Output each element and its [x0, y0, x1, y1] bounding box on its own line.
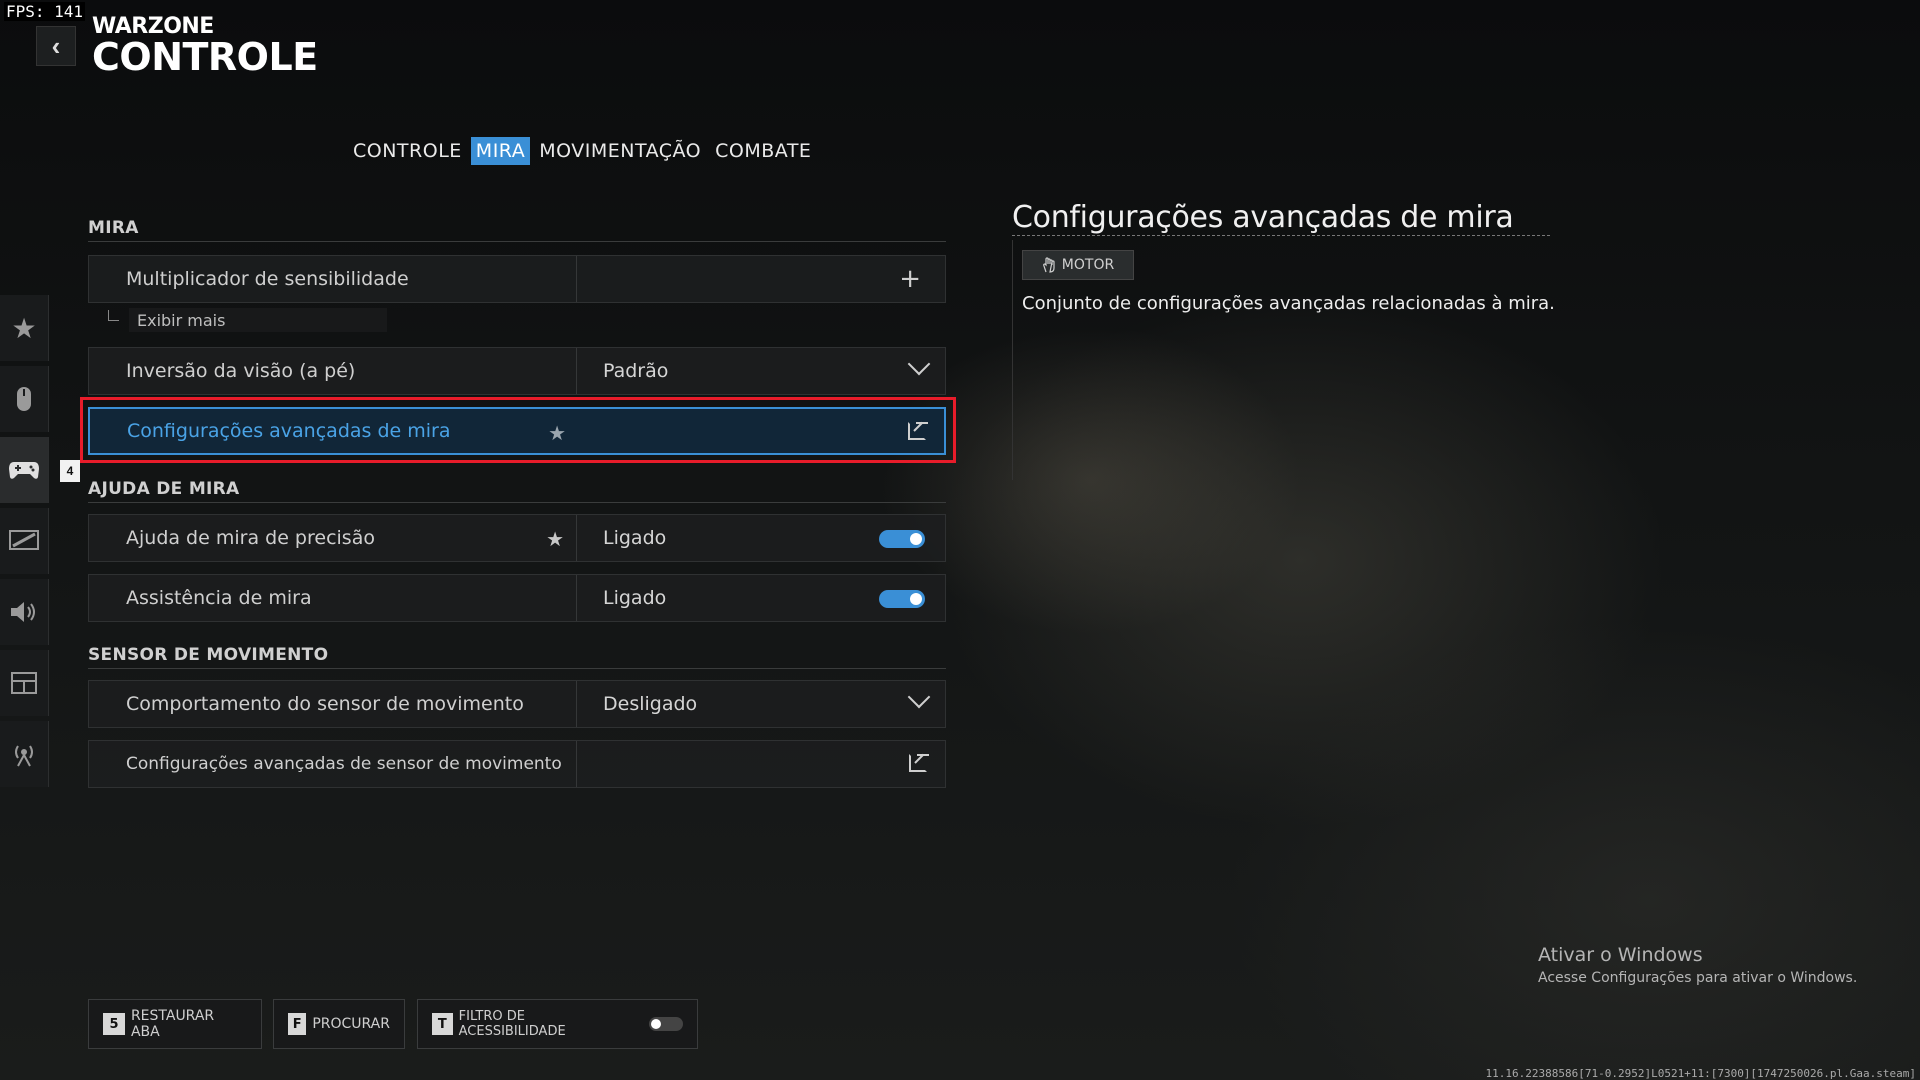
setting-label: Multiplicador de sensibilidade [89, 256, 577, 302]
sidebar-item-controller[interactable] [0, 437, 49, 503]
external-link-icon[interactable] [909, 754, 929, 772]
favorite-star-icon[interactable]: ★ [546, 527, 564, 551]
accessibility-filter-button[interactable]: T FILTRO DE ACESSIBILIDADE [417, 999, 698, 1049]
gamepad-icon [9, 462, 39, 479]
setting-row-precision-aim-assist[interactable]: Ajuda de mira de precisão ★ Ligado [88, 514, 946, 562]
setting-label: Ajuda de mira de precisão ★ [89, 515, 577, 561]
toggle-state-label: Ligado [603, 527, 667, 549]
toggle-switch[interactable] [879, 590, 925, 608]
interface-icon [11, 672, 37, 694]
show-more-label: Exibir mais [129, 308, 387, 332]
tab-combate[interactable]: COMBATE [710, 137, 816, 165]
sidebar-item-network[interactable] [0, 721, 49, 787]
tab-controle[interactable]: CONTROLE [348, 137, 467, 165]
sidebar-item-mouse[interactable] [0, 366, 49, 432]
setting-label-text: Ajuda de mira de precisão [126, 527, 375, 549]
plus-icon[interactable]: + [899, 266, 921, 292]
key-hint: F [288, 1013, 307, 1035]
tree-corner-icon [108, 309, 119, 321]
setting-row-motion-sensor-behavior[interactable]: Comportamento do sensor de movimento Des… [88, 680, 946, 728]
sidebar: ★ [0, 295, 49, 792]
section-title-mira: MIRA [88, 218, 139, 238]
tab-bar: CONTROLE MIRA MOVIMENTAÇÃO COMBATE [348, 137, 820, 165]
detail-divider [1012, 235, 1550, 236]
setting-row-view-inversion[interactable]: Inversão da visão (a pé) Padrão [88, 347, 946, 395]
sidebar-item-audio[interactable] [0, 579, 49, 645]
fps-counter: FPS: 141 [4, 2, 86, 21]
detail-description: Conjunto de configurações avançadas rela… [1022, 293, 1555, 314]
windows-activation-watermark: Ativar o Windows Acesse Configurações pa… [1538, 944, 1857, 986]
tab-movimentacao[interactable]: MOVIMENTAÇÃO [534, 137, 706, 165]
search-button[interactable]: F PROCURAR [273, 999, 405, 1049]
sidebar-badge: 4 [60, 460, 80, 482]
button-label: FILTRO DE ACESSIBILIDADE [458, 1009, 566, 1039]
setting-label: Configurações avançadas de sensor de mov… [89, 741, 577, 787]
sidebar-item-graphics[interactable] [0, 508, 49, 574]
star-icon: ★ [11, 312, 37, 344]
setting-value: Ligado [577, 575, 945, 621]
chevron-left-icon: ‹ [51, 30, 61, 61]
engine-tag: MOTOR [1022, 250, 1134, 280]
hand-icon [1042, 257, 1055, 273]
speaker-icon [11, 602, 35, 622]
toggle-switch[interactable] [879, 530, 925, 548]
setting-row-aim-assist[interactable]: Assistência de mira Ligado [88, 574, 946, 622]
setting-value: Ligado [577, 515, 945, 561]
dropdown-selected: Padrão [603, 360, 669, 382]
highlight-box [80, 397, 956, 463]
setting-label: Assistência de mira [89, 575, 577, 621]
dropdown-selected: Desligado [603, 693, 698, 715]
setting-row-sensitivity-multiplier[interactable]: Multiplicador de sensibilidade + [88, 255, 946, 303]
engine-tag-label: MOTOR [1061, 257, 1115, 273]
section-divider [88, 502, 946, 503]
page-title: CONTROLE [92, 35, 318, 79]
dropdown-value[interactable]: Padrão [577, 348, 945, 394]
watermark-title: Ativar o Windows [1538, 944, 1703, 966]
restore-tab-button[interactable]: 5 RESTAURAR ABA [88, 999, 262, 1049]
section-divider [88, 241, 946, 242]
sidebar-item-interface[interactable] [0, 650, 49, 716]
toggle-state-label: Ligado [603, 587, 667, 609]
sidebar-item-favorites[interactable]: ★ [0, 295, 49, 361]
show-more-link[interactable]: Exibir mais [108, 308, 387, 332]
watermark-subtitle: Acesse Configurações para ativar o Windo… [1538, 970, 1858, 986]
key-hint: T [432, 1013, 453, 1035]
button-label: RESTAURAR ABA [130, 1008, 215, 1040]
section-title-sensor: SENSOR DE MOVIMENTO [88, 645, 329, 665]
tab-mira[interactable]: MIRA [470, 137, 531, 165]
setting-value [577, 741, 945, 787]
chevron-down-icon [907, 352, 931, 376]
setting-label: Inversão da visão (a pé) [89, 348, 577, 394]
build-version: 11.16.22388586[71-0.2952]L0521+11:[7300]… [1485, 1067, 1916, 1080]
display-icon [9, 530, 39, 550]
section-title-ajuda: AJUDA DE MIRA [88, 479, 240, 499]
network-icon [15, 745, 33, 767]
dropdown-value[interactable]: Desligado [577, 681, 945, 727]
detail-side-line [1012, 240, 1013, 480]
button-label: PROCURAR [312, 1016, 390, 1032]
section-divider [88, 668, 946, 669]
key-hint: 5 [103, 1013, 125, 1035]
chevron-down-icon [907, 685, 931, 709]
setting-value: + [577, 256, 945, 302]
setting-row-motion-sensor-advanced[interactable]: Configurações avançadas de sensor de mov… [88, 740, 946, 788]
back-button[interactable]: ‹ [36, 26, 76, 66]
setting-label: Comportamento do sensor de movimento [89, 681, 577, 727]
mouse-icon [17, 387, 31, 411]
brand-header: WARZONE CONTROLE [92, 16, 318, 79]
detail-title: Configurações avançadas de mira [1012, 200, 1514, 235]
accessibility-filter-toggle[interactable] [649, 1017, 683, 1031]
